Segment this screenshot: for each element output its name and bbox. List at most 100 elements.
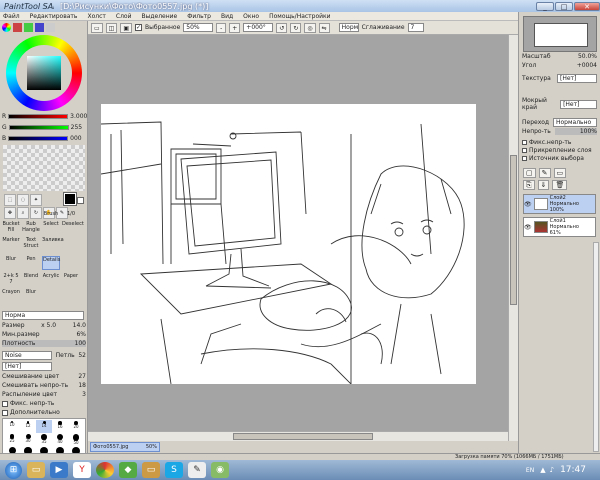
density-row[interactable]: Плотность 100 (2, 340, 86, 347)
lasso-icon[interactable]: ◌ (17, 194, 29, 206)
color-wheel-icon[interactable] (2, 23, 11, 32)
brush-size-preset[interactable]: 25 (4, 433, 20, 446)
paper[interactable] (101, 104, 476, 384)
menu-edit[interactable]: Редактировать (30, 13, 78, 20)
volume-icon[interactable]: ♪ (550, 466, 554, 474)
check-fix-box[interactable] (522, 140, 527, 145)
opacity-value[interactable]: 100% (555, 128, 597, 135)
fix-row[interactable]: Фикс. непр-ть (2, 400, 54, 407)
noise-value[interactable]: 52 (78, 352, 86, 359)
scale-value[interactable]: 50.0% (578, 53, 597, 60)
check-source-box[interactable] (522, 156, 527, 161)
brush-size-preset[interactable]: 35 (36, 433, 52, 446)
app-icon[interactable]: ◉ (211, 462, 229, 478)
menu-filter[interactable]: Фильтр (187, 13, 211, 20)
brush-size-preset[interactable]: 10 (4, 420, 20, 433)
rotate-left-icon[interactable]: ↺ (276, 22, 288, 33)
selected-checkbox[interactable]: ✓ (135, 24, 143, 31)
noise-select[interactable]: Noise (2, 351, 52, 360)
doc-tab[interactable]: Фото0557.jpg 50% (90, 442, 160, 452)
network-icon[interactable]: ▲ (540, 466, 545, 474)
folder-icon[interactable]: ▭ (142, 462, 160, 478)
rectangle-select-icon[interactable]: ⬚ (4, 194, 16, 206)
close-button[interactable]: ✕ (574, 1, 600, 11)
zoom-select[interactable]: 50% (183, 23, 214, 32)
green-slider[interactable] (8, 125, 69, 130)
new-layer-icon[interactable]: ▢ (523, 168, 536, 178)
red-slider[interactable] (8, 114, 69, 119)
check-clip-box[interactable] (522, 148, 527, 153)
tool-rub[interactable]: Rub Hangle (22, 221, 40, 235)
new-linework-icon[interactable]: ✎ (538, 168, 551, 178)
vertical-scrollbar[interactable] (508, 35, 518, 441)
color-wheel[interactable] (6, 35, 82, 111)
horizontal-scroll-thumb[interactable] (233, 433, 373, 440)
layer-item[interactable]: 👁 Слой1 Нормально 61% (523, 217, 596, 237)
sai-icon[interactable]: ✎ (188, 462, 206, 478)
dilution-value[interactable]: 3 (82, 391, 86, 398)
canvas-area[interactable] (88, 35, 508, 441)
tool-details[interactable]: Details (42, 256, 60, 270)
angle-value[interactable]: +0004 (577, 62, 597, 69)
check-clip-row[interactable]: Прикрепление слоя (522, 147, 597, 154)
swatch-grid[interactable] (3, 145, 85, 191)
brush-size-preset[interactable]: 16 (52, 420, 68, 433)
copy-layer-icon[interactable]: ⎘ (523, 180, 535, 190)
wet-edge-select[interactable]: [Нет] (560, 99, 597, 109)
skype-icon[interactable]: S (165, 462, 183, 478)
brush-texture-select[interactable]: [Нет] (2, 362, 52, 371)
extra-row[interactable]: Дополнительно (2, 409, 60, 416)
tool-blend[interactable]: Blend (22, 273, 40, 287)
size-multiplier[interactable]: x 5.0 (41, 322, 56, 329)
transparent-color[interactable] (77, 197, 84, 204)
brush-size-preset[interactable]: 30 (20, 433, 36, 446)
tool-custom[interactable]: 2+k 5 7 (2, 273, 20, 287)
extra-checkbox[interactable] (2, 409, 8, 416)
tool-blur[interactable]: Blur (2, 256, 20, 270)
new-folder-icon[interactable]: ▭ (553, 168, 567, 178)
vertical-scroll-thumb[interactable] (510, 155, 517, 305)
minimize-button[interactable]: _ (536, 1, 554, 11)
navigator-preview[interactable] (523, 16, 597, 52)
tool-text[interactable]: Text Struct (22, 237, 40, 251)
chrome-icon[interactable] (96, 462, 114, 478)
yandex-icon[interactable]: Y (73, 462, 91, 478)
zoom-out-icon[interactable]: - (216, 22, 227, 33)
menu-help[interactable]: Помощь/Настройки (269, 13, 330, 20)
brush-mode-select[interactable]: Норма (2, 311, 84, 320)
rotate-right-icon[interactable]: ↻ (290, 22, 302, 33)
blue-slider[interactable] (8, 136, 69, 141)
menu-window[interactable]: Окно (243, 13, 259, 20)
reset-rotation-icon[interactable]: ◎ (304, 22, 316, 33)
media-icon[interactable]: ▶ (50, 462, 68, 478)
zoom-icon[interactable]: ⌕ (17, 207, 29, 219)
tool-paper[interactable]: Paper (62, 273, 80, 287)
blend-value[interactable]: 27 (78, 373, 86, 380)
fix-checkbox[interactable] (2, 400, 8, 407)
mode-select[interactable]: Норм (338, 23, 359, 32)
tool-brush[interactable]: Brush (42, 211, 60, 219)
tool-pen[interactable]: Pen (22, 256, 40, 270)
invert-icon[interactable]: ◫ (105, 22, 118, 33)
brush-size-preset[interactable]: 12 (20, 420, 36, 433)
tool-blur2[interactable]: Blur (22, 289, 40, 303)
tool-deselect[interactable]: Deselect (62, 221, 84, 235)
flip-icon[interactable]: ⇋ (318, 22, 330, 33)
tool-ratio[interactable]: 1/0 (62, 211, 80, 219)
mix-value[interactable]: 18 (78, 382, 86, 389)
show-selection-icon[interactable]: ▣ (120, 22, 133, 33)
min-size-value[interactable]: 6% (76, 331, 86, 338)
angle-select[interactable]: +000° (243, 23, 274, 32)
check-source-row[interactable]: Источник выбора (522, 155, 597, 162)
brush-size-preset[interactable]: 20 (68, 420, 84, 433)
stabilizer-select[interactable]: 7 (407, 23, 424, 32)
size-value[interactable]: 14.0 (73, 322, 86, 329)
tool-crayon[interactable]: Crayon (2, 289, 20, 303)
language-indicator[interactable]: EN (526, 467, 534, 474)
deselect-icon[interactable]: ▭ (91, 22, 103, 33)
tool-marker[interactable]: Marker (2, 237, 20, 251)
merge-layer-icon[interactable]: ⇓ (537, 180, 550, 190)
tool-bucket[interactable]: Bucket Fill (2, 221, 20, 235)
tool-acrylic[interactable]: Acrylic (42, 273, 60, 287)
maximize-button[interactable]: □ (555, 1, 573, 11)
